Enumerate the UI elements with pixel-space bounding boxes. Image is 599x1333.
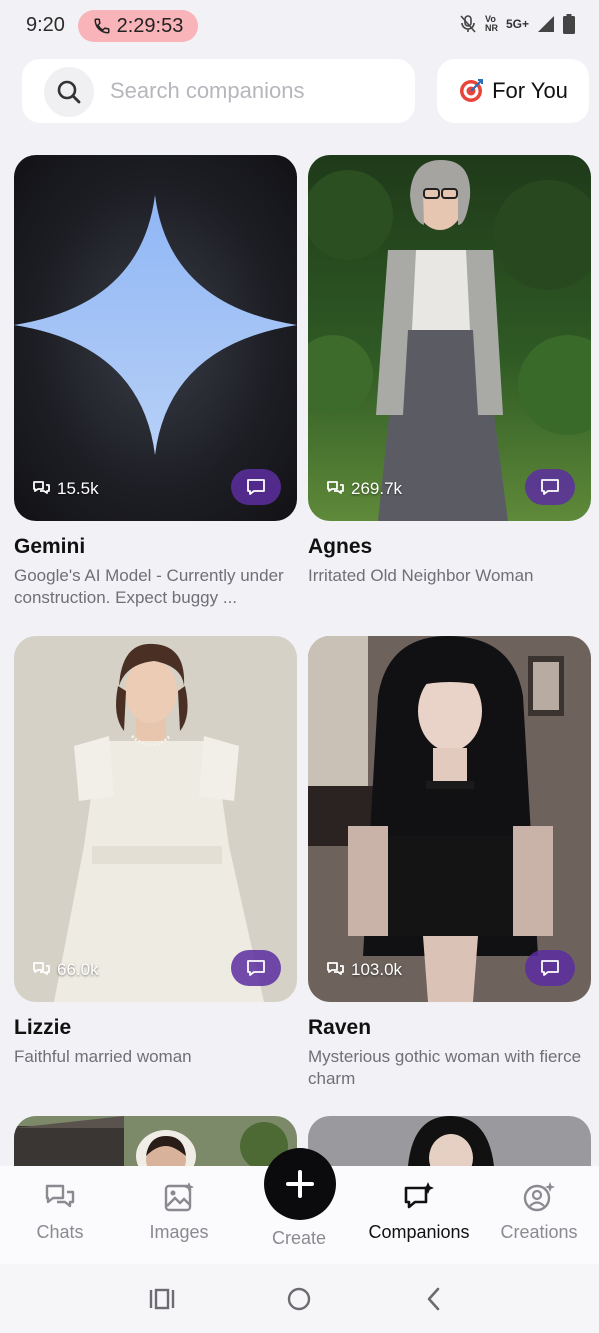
companion-image[interactable]: 66.0k	[14, 636, 297, 1002]
start-chat-button[interactable]	[231, 469, 281, 505]
back-icon	[427, 1287, 440, 1311]
companion-description: Google's AI Model - Currently under cons…	[14, 566, 284, 607]
recent-apps-button[interactable]	[142, 1284, 182, 1314]
search-bar[interactable]	[22, 59, 415, 123]
battery-icon	[563, 14, 575, 34]
companion-card[interactable]: 269.7k Agnes Irritated Old Neighbor Woma…	[308, 155, 591, 587]
home-icon	[287, 1287, 311, 1311]
nav-item-images[interactable]: Images	[119, 1180, 239, 1243]
signal-icon	[538, 16, 554, 32]
companion-image-partial	[308, 1116, 591, 1166]
start-chat-button[interactable]	[525, 950, 575, 986]
chat-count-value: 15.5k	[57, 479, 99, 498]
start-chat-button[interactable]	[231, 950, 281, 986]
chat-count-value: 66.0k	[57, 960, 99, 979]
create-button[interactable]	[264, 1148, 336, 1220]
network-type: 5G+	[505, 17, 529, 31]
chat-bubbles-icon	[327, 481, 344, 494]
chats-icon	[45, 1184, 75, 1208]
images-icon	[164, 1182, 194, 1212]
call-timer: 2:29:53	[116, 14, 184, 37]
companion-description: Mysterious gothic woman with fierce char…	[308, 1047, 582, 1088]
status-icons: Vo NR 5G+	[459, 14, 575, 34]
nav-label: Companions	[368, 1222, 470, 1242]
start-chat-button[interactable]	[525, 469, 575, 505]
chat-icon	[541, 479, 559, 495]
companion-name: Lizzie	[14, 1016, 72, 1039]
nav-label: Images	[149, 1222, 209, 1242]
recent-apps-icon	[149, 1288, 175, 1310]
nav-label: Creations	[500, 1222, 578, 1242]
ongoing-call-pill[interactable]: 2:29:53	[78, 10, 198, 42]
agnes-portrait-image	[308, 155, 591, 521]
chat-count-value: 269.7k	[351, 479, 403, 498]
system-nav-bar	[0, 1264, 599, 1333]
chat-count-value: 103.0k	[351, 960, 403, 979]
status-bar: 9:20 2:29:53 Vo NR 5G+	[0, 0, 599, 52]
status-time: 9:20	[26, 14, 65, 36]
plus-icon	[286, 1170, 314, 1198]
companion-card[interactable]: 103.0k Raven Mysterious gothic woman wit…	[308, 636, 591, 1090]
volte-indicator: Vo NR	[485, 15, 498, 33]
companions-icon	[404, 1182, 434, 1209]
lizzie-portrait-image	[14, 636, 297, 1002]
nav-item-chats[interactable]: Chats	[0, 1180, 120, 1243]
for-you-filter-button[interactable]: For You	[437, 59, 589, 123]
chat-count: 66.0k	[32, 960, 99, 980]
chat-bubbles-icon	[327, 962, 344, 975]
companion-name: Gemini	[14, 535, 86, 558]
search-input[interactable]	[110, 75, 400, 107]
chat-count: 103.0k	[326, 960, 402, 980]
bottom-nav: Chats Images Create Companions Creations	[0, 1148, 599, 1264]
chat-count: 15.5k	[32, 479, 99, 499]
companion-name: Raven	[308, 1016, 372, 1039]
chat-count: 269.7k	[326, 479, 402, 499]
phone-icon	[94, 18, 110, 34]
nav-label: Chats	[36, 1222, 84, 1242]
creations-icon	[523, 1182, 555, 1212]
companion-card-partial[interactable]	[14, 1116, 297, 1166]
raven-portrait-image	[308, 636, 591, 1002]
chat-bubbles-icon	[33, 481, 50, 494]
companion-image[interactable]: 269.7k	[308, 155, 591, 521]
companion-image-partial	[14, 1116, 297, 1166]
companion-card-partial[interactable]	[308, 1116, 591, 1166]
mic-muted-icon	[460, 15, 476, 33]
nav-item-companions[interactable]: Companions	[359, 1180, 479, 1243]
companion-card[interactable]: 15.5k Gemini Google's AI Model - Current…	[14, 155, 297, 609]
companion-name: Agnes	[308, 535, 373, 558]
chat-bubbles-icon	[33, 962, 50, 975]
back-button[interactable]	[414, 1284, 454, 1314]
home-button[interactable]	[279, 1284, 319, 1314]
companion-image[interactable]: 103.0k	[308, 636, 591, 1002]
target-icon	[460, 79, 484, 102]
companion-description: Faithful married woman	[14, 1047, 192, 1066]
nav-item-creations[interactable]: Creations	[479, 1180, 599, 1243]
nav-label-create[interactable]: Create	[239, 1228, 359, 1249]
companion-description: Irritated Old Neighbor Woman	[308, 566, 534, 585]
chat-icon	[247, 479, 265, 495]
chat-icon	[247, 960, 265, 976]
nr-label: NR	[484, 23, 498, 33]
companion-image[interactable]: 15.5k	[14, 155, 297, 521]
companion-card[interactable]: 66.0k Lizzie Faithful married woman	[14, 636, 297, 1068]
search-icon[interactable]	[44, 67, 94, 117]
chat-icon	[541, 960, 559, 976]
for-you-label: For You	[492, 78, 568, 103]
gemini-sparkle-image	[14, 155, 297, 521]
